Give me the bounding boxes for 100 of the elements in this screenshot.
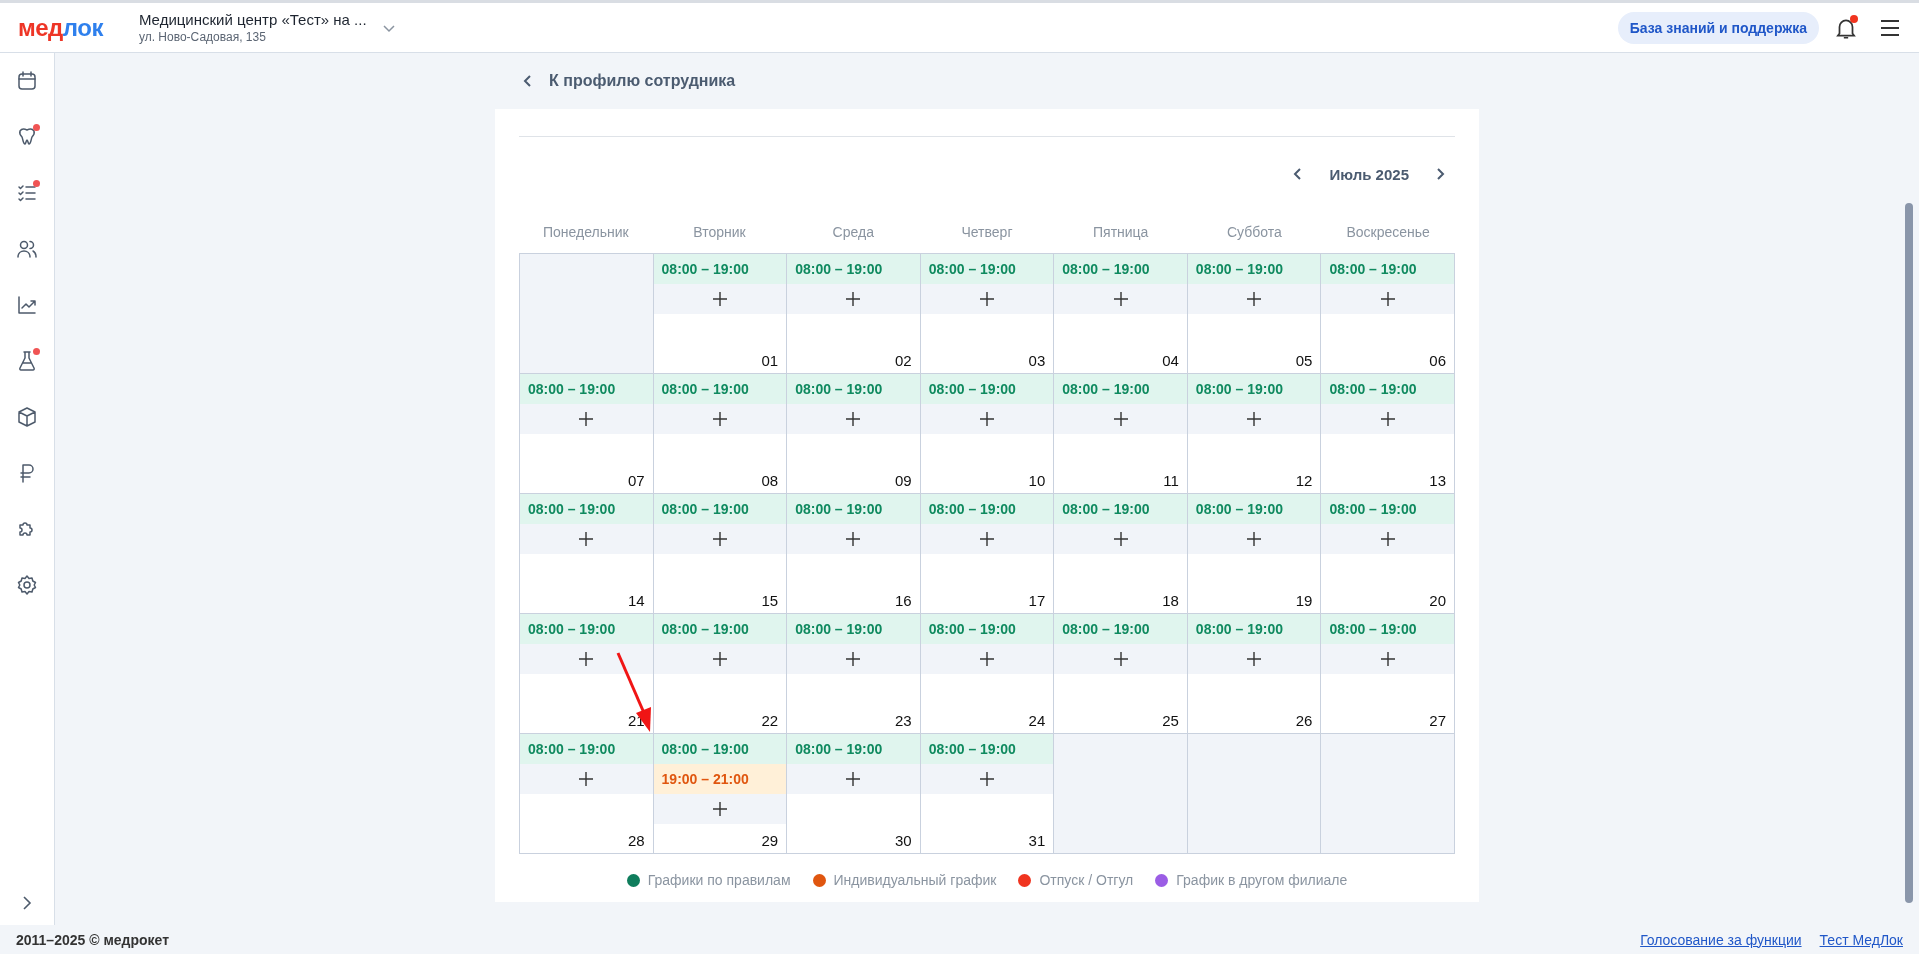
- day-cell[interactable]: 08:00 – 19:00 03: [920, 254, 1055, 374]
- shift-time[interactable]: 08:00 – 19:00: [653, 254, 787, 284]
- day-cell[interactable]: 08:00 – 19:00 10: [920, 374, 1055, 494]
- day-cell[interactable]: 08:00 – 19:00 18: [1054, 494, 1188, 614]
- shift-time[interactable]: 08:00 – 19:00: [1321, 374, 1454, 404]
- day-number: 10: [1028, 472, 1047, 491]
- plus-icon: [711, 801, 728, 817]
- plus-icon: [578, 771, 595, 787]
- footer-link[interactable]: Тест МедЛок: [1819, 931, 1903, 948]
- day-cell[interactable]: 08:00 – 19:00 20: [1321, 494, 1455, 614]
- shift-time[interactable]: 08:00 – 19:00: [1321, 494, 1454, 524]
- day-cell[interactable]: 08:00 – 19:00 11: [1054, 374, 1188, 494]
- day-cell[interactable]: 08:00 – 19:00 02: [787, 254, 921, 374]
- day-cell[interactable]: 08:00 – 19:00 26: [1187, 614, 1322, 734]
- shift-time[interactable]: 08:00 – 19:00: [1321, 254, 1454, 284]
- weekday-label: Пятница: [1092, 224, 1150, 240]
- day-number: 12: [1295, 472, 1314, 491]
- day-number: 19: [1295, 592, 1314, 611]
- shift-time[interactable]: 08:00 – 19:00: [653, 614, 787, 644]
- day-cell[interactable]: 08:00 – 19:00 24: [920, 614, 1055, 734]
- shift-time[interactable]: 08:00 – 19:00: [520, 734, 653, 764]
- shift-time[interactable]: 08:00 – 19:00: [920, 614, 1054, 644]
- back-link[interactable]: К профилю сотрудника: [495, 53, 742, 109]
- day-cell[interactable]: 08:00 – 19:00 16: [787, 494, 921, 614]
- shift-time[interactable]: 08:00 – 19:00: [653, 734, 787, 764]
- day-cell[interactable]: 08:00 – 19:00 12: [1187, 374, 1322, 494]
- day-number: 23: [895, 712, 913, 731]
- day-cell[interactable]: 08:00 – 19:00 31: [920, 734, 1055, 854]
- day-cell[interactable]: 08:00 – 19:00 06: [1321, 254, 1455, 374]
- shift-time[interactable]: 08:00 – 19:00: [1187, 494, 1321, 524]
- shift-time[interactable]: 08:00 – 19:00: [520, 374, 653, 404]
- shift-time[interactable]: 08:00 – 19:00: [520, 494, 653, 524]
- calendar-icon[interactable]: [15, 69, 39, 93]
- shift-time[interactable]: 08:00 – 19:00: [787, 614, 920, 644]
- shift-time[interactable]: 08:00 – 19:00: [920, 374, 1054, 404]
- day-cell[interactable]: 08:00 – 19:00 13: [1321, 374, 1455, 494]
- shift-time[interactable]: 08:00 – 19:00: [1054, 254, 1187, 284]
- day-cell[interactable]: 08:00 – 19:00 17: [920, 494, 1055, 614]
- day-number: 29: [761, 832, 780, 851]
- day-cell[interactable]: 08:00 – 19:00 05: [1187, 254, 1322, 374]
- shift-time[interactable]: 08:00 – 19:00: [1187, 374, 1321, 404]
- day-number: 07: [627, 472, 646, 491]
- day-cell[interactable]: 08:00 – 19:00 28: [520, 734, 654, 854]
- plus-icon: [711, 411, 728, 427]
- shift-time[interactable]: 08:00 – 19:00: [787, 374, 920, 404]
- day-cell[interactable]: 08:00 – 19:00 07: [520, 374, 654, 494]
- support-button[interactable]: База знаний и поддержка: [1617, 11, 1819, 44]
- day-cell[interactable]: 08:00 – 19:00 04: [1054, 254, 1188, 374]
- plus-icon: [1379, 531, 1396, 547]
- logo[interactable]: медлок: [18, 13, 103, 42]
- day-cell[interactable]: 08:00 – 19:00 08: [653, 374, 788, 494]
- day-number: 22: [761, 712, 780, 731]
- shift-time[interactable]: 08:00 – 19:00: [787, 734, 920, 764]
- shift-time[interactable]: 08:00 – 19:00: [1054, 614, 1187, 644]
- shift-time[interactable]: 08:00 – 19:00: [1321, 614, 1454, 644]
- day-number: 08: [761, 472, 780, 491]
- day-number: 11: [1163, 472, 1180, 491]
- day-cell[interactable]: 08:00 – 19:00 27: [1321, 614, 1455, 734]
- shift-time[interactable]: 08:00 – 19:00: [787, 254, 920, 284]
- shift-time[interactable]: 08:00 – 19:00: [920, 734, 1054, 764]
- weekday-label: Суббота: [1226, 224, 1283, 240]
- shift-time[interactable]: 08:00 – 19:00: [520, 614, 653, 644]
- day-number: 24: [1028, 712, 1047, 731]
- shift-time[interactable]: 08:00 – 19:00: [1054, 374, 1187, 404]
- day-cell[interactable]: 08:00 – 19:00 22: [653, 614, 788, 734]
- day-cell[interactable]: 08:00 – 19:00 19:00 – 21:00 29: [653, 734, 788, 854]
- day-cell[interactable]: 08:00 – 19:00 25: [1054, 614, 1188, 734]
- scrollbar[interactable]: [1905, 203, 1913, 903]
- shift-time[interactable]: 08:00 – 19:00: [1187, 614, 1321, 644]
- plus-icon: [1246, 411, 1263, 427]
- day-cell[interactable]: 08:00 – 19:00 01: [653, 254, 788, 374]
- shift-time[interactable]: 08:00 – 19:00: [1187, 254, 1321, 284]
- box-icon[interactable]: [15, 405, 39, 429]
- shift-time[interactable]: 08:00 – 19:00: [653, 374, 787, 404]
- shift-time[interactable]: 08:00 – 19:00: [653, 494, 787, 524]
- legend-label: Отпуск / Отгул: [1039, 872, 1134, 888]
- day-cell[interactable]: 08:00 – 19:00 30: [787, 734, 921, 854]
- day-cell[interactable]: 08:00 – 19:00 15: [653, 494, 788, 614]
- day-cell[interactable]: 08:00 – 19:00 09: [787, 374, 921, 494]
- clinic-name[interactable]: Медицинский центр «Тест» на ...: [138, 11, 367, 28]
- copyright: 2011–2025 © медрокет: [16, 931, 169, 948]
- footer-link[interactable]: Голосование за функции: [1640, 931, 1802, 948]
- shift-time[interactable]: 08:00 – 19:00: [920, 254, 1054, 284]
- shift-time[interactable]: 08:00 – 19:00: [920, 494, 1054, 524]
- weekday-label: Четверг: [960, 224, 1014, 240]
- day-number: 30: [895, 832, 913, 851]
- shift-time[interactable]: 19:00 – 21:00: [653, 764, 787, 794]
- day-cell[interactable]: 08:00 – 19:00 19: [1187, 494, 1322, 614]
- plus-icon: [979, 291, 995, 307]
- settings-icon[interactable]: [15, 573, 39, 597]
- shift-time[interactable]: 08:00 – 19:00: [1054, 494, 1187, 524]
- shift-time[interactable]: 08:00 – 19:00: [787, 494, 920, 524]
- add-shift-button[interactable]: [520, 644, 653, 674]
- legend-label: Графики по правилам: [647, 872, 791, 888]
- chart-icon[interactable]: [15, 293, 39, 317]
- day-cell[interactable]: 08:00 – 19:00 23: [787, 614, 921, 734]
- plus-icon: [845, 411, 862, 427]
- plus-icon: [578, 651, 595, 667]
- day-cell[interactable]: 08:00 – 19:00 14: [520, 494, 654, 614]
- legend-label: График в другом филиале: [1176, 872, 1348, 888]
